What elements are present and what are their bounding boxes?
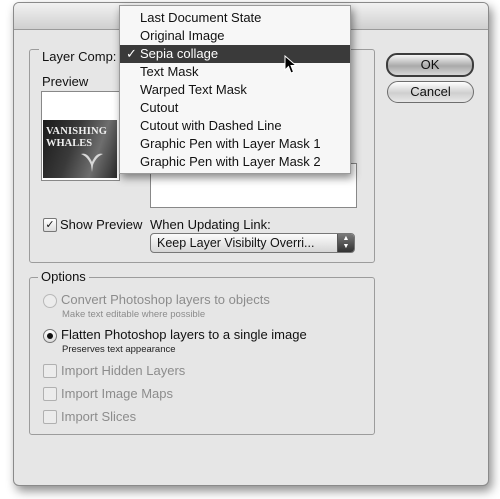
import-hidden-layers-label: Import Hidden Layers: [61, 363, 186, 378]
menu-item-graphic-pen-1[interactable]: Graphic Pen with Layer Mask 1: [120, 135, 350, 153]
preview-label: Preview: [42, 74, 89, 89]
layer-comp-label: Layer Comp:: [39, 49, 120, 64]
menu-item-sepia-collage[interactable]: ✓ Sepia collage: [120, 45, 350, 63]
flatten-layers-label: Flatten Photoshop layers to a single ima…: [61, 327, 307, 342]
import-image-maps-label: Import Image Maps: [61, 386, 173, 401]
layer-comp-menu: Last Document State Original Image ✓ Sepi…: [119, 5, 351, 174]
menu-item-cutout[interactable]: Cutout: [120, 99, 350, 117]
flatten-layers-radio[interactable]: [43, 329, 57, 343]
import-slices-checkbox[interactable]: [43, 410, 57, 424]
menu-item-warped-text-mask[interactable]: Warped Text Mask: [120, 81, 350, 99]
menu-item-graphic-pen-2[interactable]: Graphic Pen with Layer Mask 2: [120, 153, 350, 171]
convert-layers-hint: Make text editable where possible: [62, 309, 206, 320]
updating-link-select[interactable]: Keep Layer Visibilty Overri... ▲ ▼: [150, 233, 355, 253]
updating-link-label: When Updating Link:: [150, 217, 271, 232]
cancel-button[interactable]: Cancel: [387, 81, 474, 103]
convert-layers-label: Convert Photoshop layers to objects: [61, 292, 270, 307]
preview-image: VANISHING WHALES: [43, 120, 117, 178]
import-hidden-layers-checkbox[interactable]: [43, 364, 57, 378]
mouse-pointer-icon: [284, 55, 298, 74]
updating-link-value: Keep Layer Visibilty Overri...: [157, 236, 315, 250]
menu-item-original-image[interactable]: Original Image: [120, 27, 350, 45]
convert-layers-radio[interactable]: [43, 294, 57, 308]
whale-tail-icon: [81, 153, 103, 172]
select-arrows-icon: ▲ ▼: [337, 234, 354, 252]
import-image-maps-checkbox[interactable]: [43, 387, 57, 401]
preview-frame: VANISHING WHALES: [41, 91, 120, 181]
show-preview-checkbox[interactable]: ✓: [43, 218, 57, 232]
import-slices-label: Import Slices: [61, 409, 137, 424]
ok-button[interactable]: OK: [386, 53, 474, 77]
show-preview-label: Show Preview: [60, 217, 143, 232]
flatten-layers-hint: Preserves text appearance: [62, 344, 176, 355]
options-label: Options: [38, 269, 89, 284]
preview-image-text-1: VANISHING: [46, 126, 108, 137]
checkmark-icon: ✓: [126, 46, 137, 61]
preview-image-text-2: WHALES: [46, 138, 93, 149]
menu-item-text-mask[interactable]: Text Mask: [120, 63, 350, 81]
menu-item-cutout-dashed-line[interactable]: Cutout with Dashed Line: [120, 117, 350, 135]
menu-item-last-document-state[interactable]: Last Document State: [120, 9, 350, 27]
